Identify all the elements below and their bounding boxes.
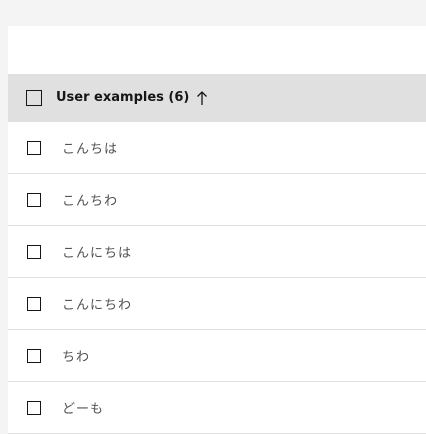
arrow-up-icon[interactable] — [196, 90, 208, 106]
column-header-label: User examples (6) — [56, 90, 190, 105]
row-checkbox[interactable] — [27, 192, 41, 207]
table-row[interactable]: こんにちは — [8, 226, 426, 278]
table-row[interactable]: こんちは — [8, 122, 426, 174]
user-example-text: こんにちは — [62, 246, 133, 261]
user-example-text: こんにちわ — [62, 298, 133, 313]
table-row[interactable]: ちわ — [8, 330, 426, 382]
table-row[interactable]: こんちわ — [8, 174, 426, 226]
user-example-text: ちわ — [62, 350, 91, 365]
row-checkbox[interactable] — [27, 296, 41, 311]
user-example-text: どーも — [62, 402, 105, 417]
user-example-text: こんちわ — [62, 194, 119, 209]
table-toolbar — [8, 26, 426, 74]
row-checkbox[interactable] — [27, 400, 41, 415]
user-example-text: こんちは — [62, 142, 119, 157]
column-header-user-examples[interactable]: User examples (6) — [56, 90, 208, 106]
select-all-checkbox[interactable] — [26, 89, 42, 106]
examples-table-panel: User examples (6) こんちは こんちわ こんにちは こんにちわ … — [8, 26, 426, 434]
table-header-row: User examples (6) — [8, 74, 426, 122]
row-checkbox[interactable] — [27, 348, 41, 363]
row-checkbox[interactable] — [27, 140, 41, 155]
row-checkbox[interactable] — [27, 244, 41, 259]
table-row[interactable]: こんにちわ — [8, 278, 426, 330]
table-row[interactable]: どーも — [8, 382, 426, 434]
